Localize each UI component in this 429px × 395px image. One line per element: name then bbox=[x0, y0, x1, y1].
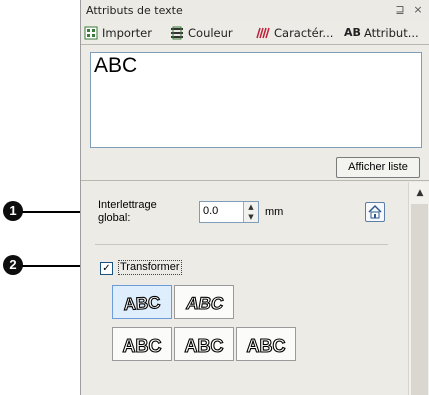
close-icon[interactable]: × bbox=[411, 3, 425, 17]
valley-shape-icon: ABC bbox=[184, 335, 224, 356]
characters-icon bbox=[256, 27, 270, 39]
spacing-value: 0.0 bbox=[203, 205, 219, 217]
callout-1-marker: 1 bbox=[3, 201, 23, 221]
tab-attributs[interactable]: AB Attribut... bbox=[344, 24, 429, 42]
section-divider bbox=[81, 180, 429, 181]
text-preview-box[interactable]: ABC bbox=[90, 52, 422, 148]
spin-down-icon[interactable]: ▼ bbox=[244, 212, 258, 222]
group-divider bbox=[95, 244, 388, 245]
spacing-unit: mm bbox=[265, 206, 284, 218]
panel-titlebar: Attributs de texte ⊒ × bbox=[81, 0, 429, 22]
color-icon bbox=[171, 26, 183, 40]
wave-shape-icon: ABC bbox=[184, 293, 225, 314]
spacing-spinner[interactable]: 0.0 ▲ ▼ bbox=[199, 201, 259, 223]
tab-bar: Importer Couleur Caractér... AB Attribut… bbox=[81, 22, 429, 45]
transform-checkbox[interactable]: ✓ bbox=[100, 262, 113, 275]
spacing-label-line1: Interlettrage bbox=[98, 199, 157, 211]
attributes-tab-icon: AB bbox=[344, 26, 361, 39]
import-icon bbox=[84, 26, 98, 40]
arch-shape-icon: ABC bbox=[123, 292, 162, 314]
spacing-label-line2: global: bbox=[98, 212, 131, 224]
shape-arch-text: ABC bbox=[123, 293, 161, 314]
scrollbar-thumb[interactable] bbox=[411, 204, 428, 395]
spinner-arrows[interactable]: ▲ ▼ bbox=[243, 202, 258, 222]
shape-valley-button[interactable]: ABC bbox=[174, 327, 234, 361]
tab-importer[interactable]: Importer bbox=[84, 24, 164, 42]
shape-arch-button[interactable]: ABC bbox=[112, 285, 172, 319]
scroll-up-arrow-icon[interactable]: ▲ bbox=[413, 188, 427, 198]
pin-icon[interactable]: ⊒ bbox=[393, 3, 407, 17]
shape-straight-text: ABC bbox=[123, 336, 162, 356]
shape-wave-button[interactable]: ABC bbox=[174, 285, 234, 319]
preview-text: ABC bbox=[94, 54, 138, 77]
tab-couleur-label: Couleur bbox=[188, 26, 233, 40]
panel-title: Attributs de texte bbox=[86, 4, 183, 17]
spin-up-icon[interactable]: ▲ bbox=[244, 202, 258, 212]
callout-1-line bbox=[22, 211, 88, 213]
callout-2-marker: 2 bbox=[3, 255, 23, 275]
shape-bulge-button[interactable]: ABC bbox=[236, 327, 296, 361]
tab-couleur[interactable]: Couleur bbox=[170, 24, 250, 42]
shape-wave-text: ABC bbox=[185, 293, 225, 313]
vertical-scrollbar[interactable]: ▲ bbox=[408, 182, 429, 395]
shape-valley-text: ABC bbox=[185, 336, 224, 356]
shape-bulge-text: ABC bbox=[247, 336, 286, 356]
tab-importer-label: Importer bbox=[102, 26, 152, 40]
tab-caracteres[interactable]: Caractér... bbox=[256, 24, 340, 42]
tab-caracteres-label: Caractér... bbox=[274, 26, 334, 40]
shape-straight-button[interactable]: ABC bbox=[112, 327, 172, 361]
show-list-button[interactable]: Afficher liste bbox=[336, 157, 420, 178]
bulge-shape-icon: ABC bbox=[246, 335, 286, 356]
reset-home-button[interactable] bbox=[365, 202, 385, 222]
tab-attributs-label: Attribut... bbox=[364, 26, 419, 40]
transform-label[interactable]: Transformer bbox=[118, 260, 182, 275]
text-attributes-panel: Attributs de texte ⊒ × Importer Couleur … bbox=[80, 0, 429, 395]
straight-shape-icon: ABC bbox=[122, 335, 162, 356]
home-icon bbox=[368, 204, 382, 219]
